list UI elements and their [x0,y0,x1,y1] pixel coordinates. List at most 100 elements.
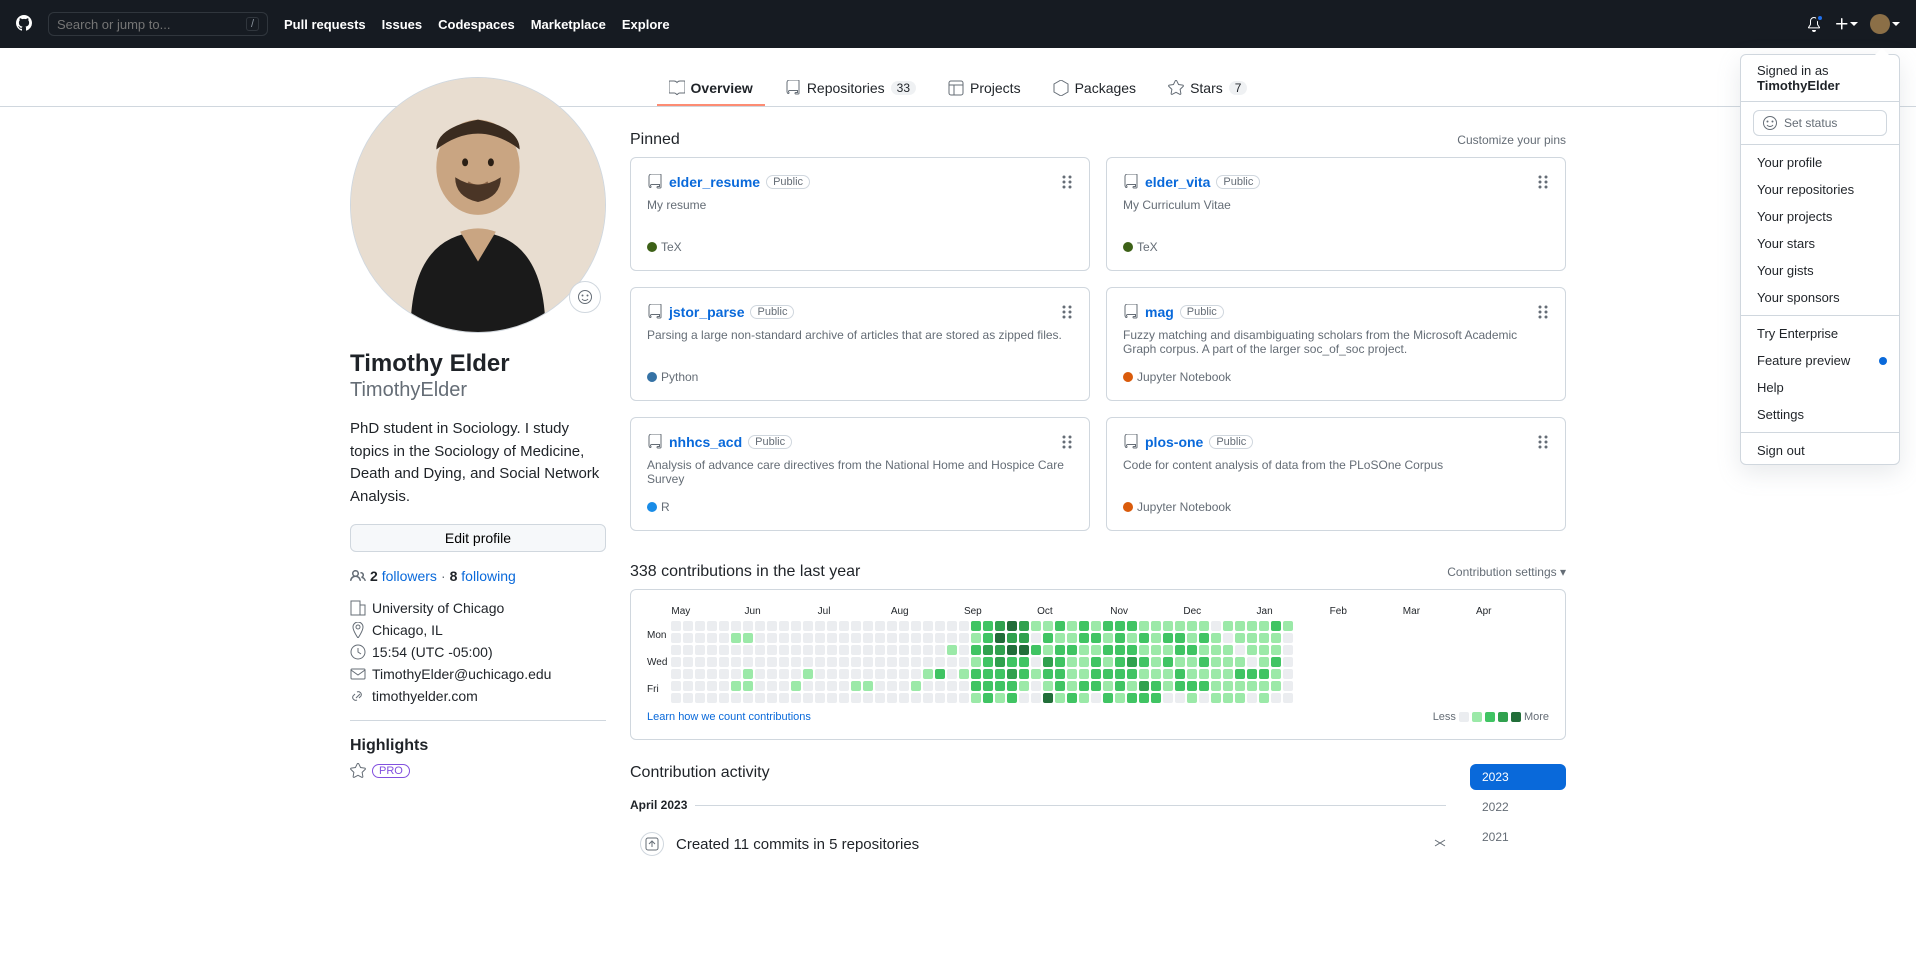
contrib-day-cell[interactable] [971,693,981,703]
contrib-day-cell[interactable] [839,645,849,655]
dropdown-your-sponsors[interactable]: Your sponsors [1741,284,1899,311]
contrib-day-cell[interactable] [767,693,777,703]
contrib-day-cell[interactable] [851,621,861,631]
contrib-day-cell[interactable] [1223,645,1233,655]
contrib-day-cell[interactable] [911,621,921,631]
dropdown-your-profile[interactable]: Your profile [1741,149,1899,176]
contrib-day-cell[interactable] [995,693,1005,703]
contrib-day-cell[interactable] [719,669,729,679]
contrib-day-cell[interactable] [1187,693,1197,703]
contrib-day-cell[interactable] [971,669,981,679]
contrib-day-cell[interactable] [911,681,921,691]
contrib-day-cell[interactable] [671,621,681,631]
contrib-day-cell[interactable] [1235,621,1245,631]
contrib-day-cell[interactable] [1271,633,1281,643]
contrib-day-cell[interactable] [1043,657,1053,667]
contrib-day-cell[interactable] [935,657,945,667]
contrib-day-cell[interactable] [1067,681,1077,691]
contrib-day-cell[interactable] [971,645,981,655]
contrib-day-cell[interactable] [1031,693,1041,703]
contrib-day-cell[interactable] [1043,669,1053,679]
contrib-day-cell[interactable] [1199,693,1209,703]
contrib-day-cell[interactable] [1091,621,1101,631]
contrib-day-cell[interactable] [1223,669,1233,679]
global-search[interactable]: / [48,12,268,36]
contrib-day-cell[interactable] [1139,645,1149,655]
contrib-day-cell[interactable] [1247,693,1257,703]
contrib-day-cell[interactable] [707,645,717,655]
contrib-day-cell[interactable] [863,645,873,655]
contrib-day-cell[interactable] [875,657,885,667]
contrib-day-cell[interactable] [683,645,693,655]
contrib-day-cell[interactable] [779,621,789,631]
set-status-button[interactable]: Set status [1753,110,1887,136]
contrib-day-cell[interactable] [1055,681,1065,691]
contrib-day-cell[interactable] [1079,633,1089,643]
contrib-day-cell[interactable] [851,657,861,667]
contrib-day-cell[interactable] [1139,621,1149,631]
contrib-day-cell[interactable] [971,681,981,691]
contrib-day-cell[interactable] [779,681,789,691]
drag-handle-icon[interactable] [1537,304,1549,323]
contrib-day-cell[interactable] [1067,621,1077,631]
contrib-day-cell[interactable] [887,669,897,679]
contrib-day-cell[interactable] [911,633,921,643]
contrib-day-cell[interactable] [707,669,717,679]
contrib-day-cell[interactable] [695,633,705,643]
contrib-day-cell[interactable] [1079,681,1089,691]
contrib-day-cell[interactable] [827,633,837,643]
contrib-day-cell[interactable] [1127,681,1137,691]
contrib-day-cell[interactable] [959,657,969,667]
contrib-day-cell[interactable] [1211,693,1221,703]
contrib-day-cell[interactable] [839,669,849,679]
contrib-day-cell[interactable] [923,657,933,667]
contrib-day-cell[interactable] [1115,681,1125,691]
contrib-day-cell[interactable] [803,645,813,655]
contrib-day-cell[interactable] [1175,621,1185,631]
contrib-day-cell[interactable] [1235,693,1245,703]
contrib-day-cell[interactable] [1283,621,1293,631]
dropdown-your-repositories[interactable]: Your repositories [1741,176,1899,203]
pinned-repo-link[interactable]: mag [1145,304,1174,320]
contrib-day-cell[interactable] [719,633,729,643]
contrib-day-cell[interactable] [851,681,861,691]
contrib-day-cell[interactable] [947,645,957,655]
contrib-day-cell[interactable] [959,645,969,655]
nav-explore[interactable]: Explore [622,17,670,32]
contrib-day-cell[interactable] [1151,621,1161,631]
contrib-day-cell[interactable] [971,657,981,667]
contrib-day-cell[interactable] [947,657,957,667]
contrib-day-cell[interactable] [911,657,921,667]
contrib-day-cell[interactable] [1271,657,1281,667]
collapse-toggle-icon[interactable] [1434,836,1446,852]
contrib-day-cell[interactable] [1223,621,1233,631]
contrib-day-cell[interactable] [899,621,909,631]
profile-avatar[interactable] [350,77,606,333]
contrib-day-cell[interactable] [731,669,741,679]
contrib-day-cell[interactable] [1067,633,1077,643]
contrib-day-cell[interactable] [875,645,885,655]
contrib-day-cell[interactable] [671,645,681,655]
contrib-day-cell[interactable] [1115,669,1125,679]
contrib-day-cell[interactable] [1067,645,1077,655]
contrib-day-cell[interactable] [1283,681,1293,691]
contrib-day-cell[interactable] [887,621,897,631]
contrib-day-cell[interactable] [1259,621,1269,631]
contrib-day-cell[interactable] [1031,621,1041,631]
contrib-day-cell[interactable] [1283,693,1293,703]
contrib-day-cell[interactable] [1127,693,1137,703]
contrib-day-cell[interactable] [1091,645,1101,655]
contrib-day-cell[interactable] [1019,621,1029,631]
contrib-day-cell[interactable] [1163,633,1173,643]
contrib-day-cell[interactable] [755,645,765,655]
contrib-day-cell[interactable] [899,669,909,679]
contrib-day-cell[interactable] [1271,621,1281,631]
contrib-day-cell[interactable] [911,693,921,703]
contrib-day-cell[interactable] [995,621,1005,631]
contrib-day-cell[interactable] [1151,633,1161,643]
contrib-day-cell[interactable] [899,633,909,643]
contrib-day-cell[interactable] [983,693,993,703]
contrib-day-cell[interactable] [1127,645,1137,655]
contrib-day-cell[interactable] [755,657,765,667]
contrib-day-cell[interactable] [1079,669,1089,679]
